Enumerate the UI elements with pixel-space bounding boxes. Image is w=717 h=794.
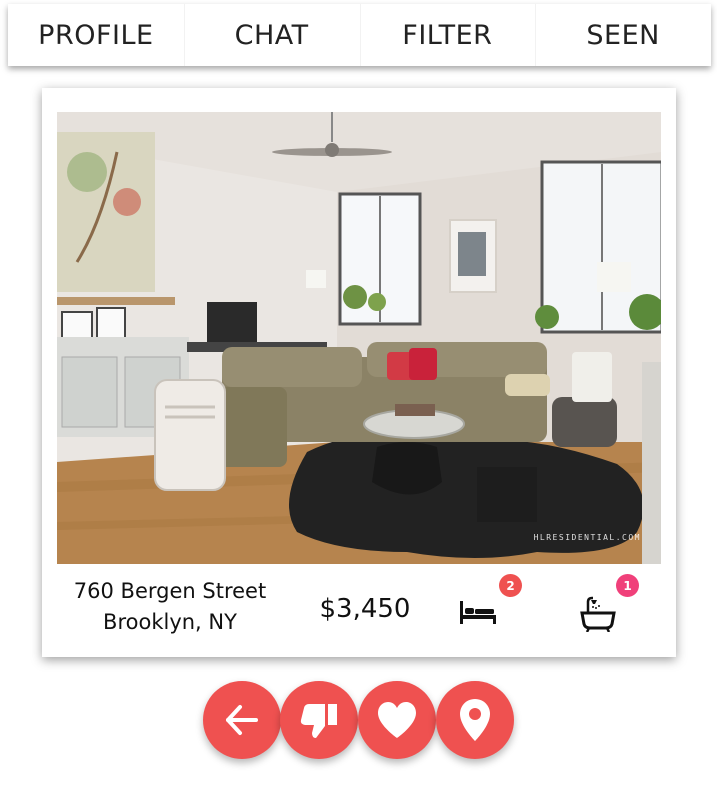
tab-filter[interactable]: FILTER xyxy=(359,4,536,66)
dislike-button[interactable] xyxy=(280,681,358,759)
bedrooms-feature xyxy=(458,596,498,636)
photo-watermark: HLRESIDENTIAL.COM xyxy=(533,533,641,542)
like-button[interactable] xyxy=(358,681,436,759)
arrow-left-icon xyxy=(226,705,258,735)
tab-seen[interactable]: SEEN xyxy=(535,4,711,66)
bed-icon xyxy=(460,601,496,624)
city-state: Brooklyn, NY xyxy=(103,610,237,634)
tab-chat[interactable]: CHAT xyxy=(183,4,360,66)
map-pin-icon xyxy=(460,699,490,741)
listing-card[interactable]: HLRESIDENTIAL.COM 760 Bergen Street Broo… xyxy=(42,88,676,657)
living-room-illustration xyxy=(57,112,661,564)
location-button[interactable] xyxy=(436,681,514,759)
action-bar xyxy=(0,681,717,761)
listing-photo[interactable]: HLRESIDENTIAL.COM xyxy=(57,112,661,564)
back-button[interactable] xyxy=(203,681,281,759)
thumbs-down-icon xyxy=(300,704,337,738)
listing-price: $3,450 xyxy=(319,594,411,624)
heart-icon xyxy=(378,702,416,738)
bathtub-icon xyxy=(580,596,616,633)
listing-address: 760 Bergen Street Brooklyn, NY xyxy=(70,576,270,638)
bathroom-count-badge: 1 xyxy=(616,574,639,597)
tab-profile[interactable]: PROFILE xyxy=(8,4,184,66)
top-navigation: PROFILE CHAT FILTER SEEN xyxy=(8,4,711,66)
bedroom-count-badge: 2 xyxy=(499,574,522,597)
bathrooms-feature xyxy=(579,596,619,636)
street-address: 760 Bergen Street xyxy=(73,579,267,603)
